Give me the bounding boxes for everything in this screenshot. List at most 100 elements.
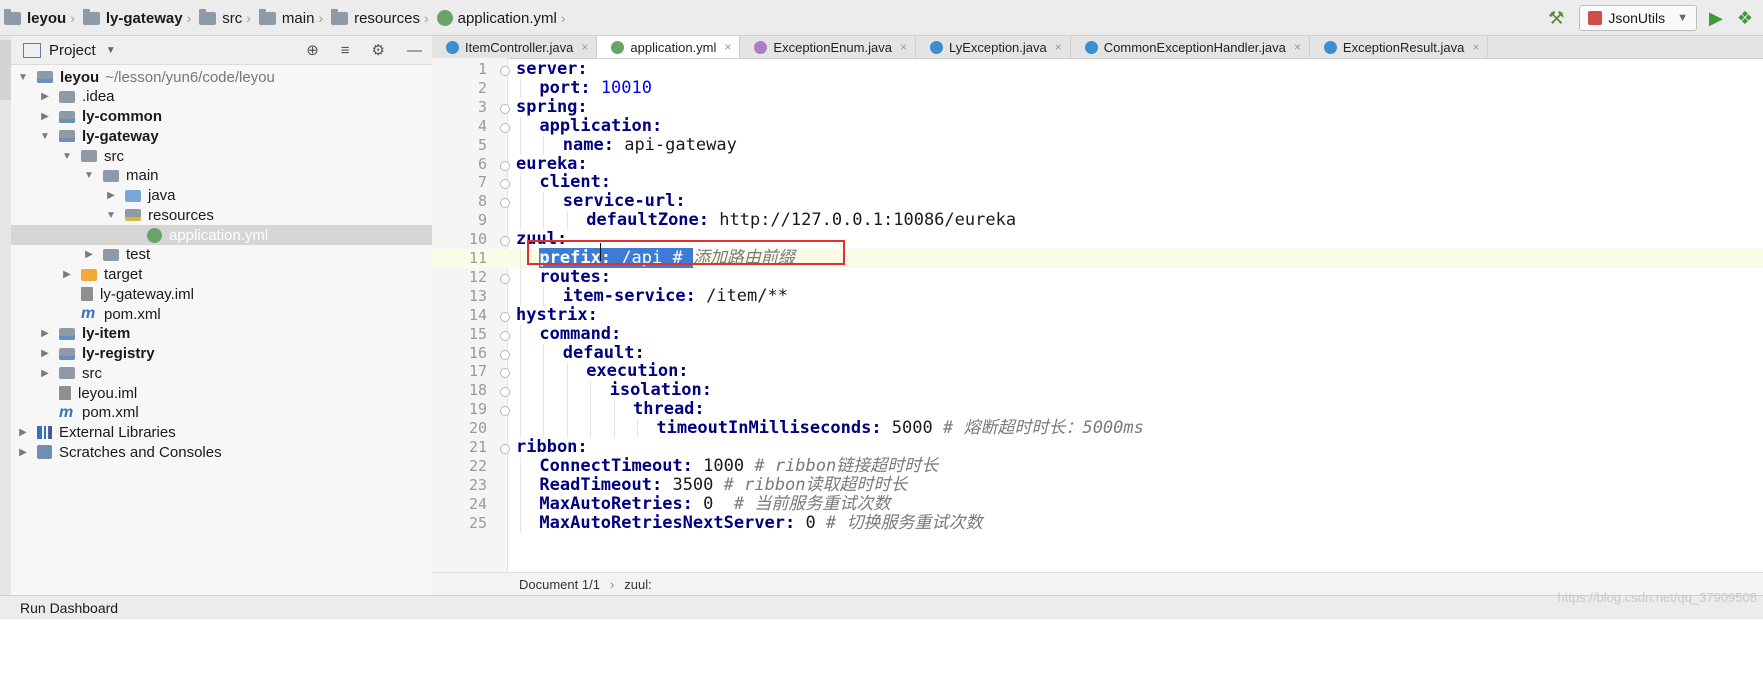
run-configuration-select[interactable]: JsonUtils ▼ [1579,5,1698,31]
close-icon[interactable]: × [1055,40,1062,54]
fold-marker-icon[interactable] [500,330,510,341]
editor-tab[interactable]: ExceptionEnum.java × [740,36,916,58]
code-line[interactable]: 5 name: api-gateway [432,135,1763,155]
close-icon[interactable]: × [900,40,907,54]
expand-right-icon[interactable]: ▶ [39,348,51,359]
code-line[interactable]: 2 port: 10010 [432,78,1763,98]
expand-down-icon[interactable]: ▼ [17,72,29,83]
editor-tab[interactable]: CommonExceptionHandler.java × [1071,36,1310,58]
close-icon[interactable]: × [1472,40,1479,54]
code-line[interactable]: 12 routes: [432,267,1763,287]
tree-item[interactable]: ▶ src [11,363,460,383]
run-dashboard-tab[interactable]: Run Dashboard [20,600,118,616]
fold-marker-icon[interactable] [500,311,510,322]
fold-marker-icon[interactable] [500,160,510,171]
fold-marker-icon[interactable] [500,179,510,190]
expand-right-icon[interactable]: ▶ [61,269,73,280]
fold-marker-icon[interactable] [500,122,510,133]
code-line[interactable]: 15 command: [432,324,1763,344]
minimize-icon[interactable]: — [407,42,422,59]
tree-item[interactable]: ▶ .idea [11,87,460,107]
tree-item[interactable]: ▶ target [11,265,482,285]
tree-item[interactable]: ▶ test [11,245,504,265]
code-line[interactable]: 17 execution: [432,362,1763,382]
build-hammer-icon[interactable]: ⚒ [1545,7,1567,29]
gear-icon[interactable]: ⚙ [372,41,385,59]
code-line[interactable]: 7 client: [432,173,1763,193]
tree-item[interactable]: ▶mpom.xml [11,304,482,324]
code-line[interactable]: 1 server: [432,60,1763,79]
expand-down-icon[interactable]: ▼ [39,131,51,142]
fold-marker-icon[interactable] [500,406,510,417]
code-line[interactable]: 3 spring: [432,97,1763,117]
editor-tab[interactable]: application.yml × [597,36,741,58]
breadcrumb-item[interactable]: application.yml [433,0,559,36]
code-line[interactable]: 22 ConnectTimeout: 1000 # ribbon链接超时时长 [432,456,1763,476]
breadcrumb-item[interactable]: resources [327,0,422,36]
expand-right-icon[interactable]: ▶ [105,190,117,201]
project-panel-title[interactable]: Project [49,42,96,59]
code-line[interactable]: 18 isolation: [432,381,1763,401]
editor-tab[interactable]: ItemController.java × [432,36,598,58]
close-icon[interactable]: × [1294,40,1301,54]
tree-item[interactable]: ▶ ly-registry [11,344,460,364]
project-tool-tab[interactable] [0,40,11,100]
fold-marker-icon[interactable] [500,349,510,360]
breadcrumb-item[interactable]: ly-gateway [79,0,185,36]
tree-item[interactable]: ▼ main [11,166,504,186]
fold-marker-icon[interactable] [500,387,510,398]
editor-tab[interactable]: LyException.java × [916,36,1071,58]
expand-right-icon[interactable]: ▶ [83,249,95,260]
breadcrumb-item[interactable]: src [195,0,244,36]
tree-item[interactable]: ▶ ly-common [11,107,460,127]
expand-right-icon[interactable]: ▶ [17,427,29,438]
expand-right-icon[interactable]: ▶ [39,368,51,379]
fold-marker-icon[interactable] [500,66,510,76]
tree-item[interactable]: ▶mpom.xml [11,403,460,423]
tree-item[interactable]: ▼ leyou ~/lesson/yun6/code/leyou [11,67,438,87]
code-line[interactable]: 19 thread: [432,400,1763,420]
fold-marker-icon[interactable] [500,103,510,114]
expand-down-icon[interactable]: ▼ [105,210,117,221]
expand-right-icon[interactable]: ▶ [39,328,51,339]
code-line[interactable]: 9 defaultZone: http://127.0.0.1:10086/eur… [432,211,1763,231]
run-play-icon[interactable]: ▶ [1709,8,1723,29]
code-line[interactable]: 23 ReadTimeout: 3500 # ribbon读取超时时长 [432,475,1763,495]
code-line[interactable]: 24 MaxAutoRetries: 0 # 当前服务重试次数 [432,494,1763,514]
code-line[interactable]: 13 item-service: /item/** [432,286,1763,306]
code-line[interactable]: 6 eureka: [432,154,1763,174]
code-line[interactable]: 4 application: [432,116,1763,136]
expand-down-icon[interactable]: ▼ [61,151,73,162]
fold-marker-icon[interactable] [500,368,510,379]
breadcrumb-item[interactable]: main [255,0,317,36]
fold-marker-icon[interactable] [500,236,510,247]
expand-right-icon[interactable]: ▶ [39,111,51,122]
locate-target-icon[interactable]: ⊕ [306,41,319,59]
fold-marker-icon[interactable] [500,198,510,209]
code-line[interactable]: 21 ribbon: [432,438,1763,457]
editor-tab[interactable]: ExceptionResult.java × [1310,36,1489,58]
tree-item[interactable]: ▶ Scratches and Consoles [11,442,438,462]
close-icon[interactable]: × [724,40,731,54]
code-line[interactable]: 16 default: [432,343,1763,363]
code-line[interactable]: 8 service-url: [432,192,1763,212]
tree-item[interactable]: ▶leyou.iml [11,383,460,403]
chevron-down-icon[interactable]: ▼ [106,45,116,56]
fold-marker-icon[interactable] [500,444,510,454]
expand-right-icon[interactable]: ▶ [17,447,29,458]
expand-right-icon[interactable]: ▶ [39,91,51,102]
tree-item[interactable]: ▶ External Libraries [11,423,438,443]
collapse-all-icon[interactable]: ≡ [341,42,350,59]
breadcrumb-item[interactable]: leyou [0,0,68,36]
yaml-path[interactable]: zuul: [624,577,651,592]
tree-item[interactable]: ▶ly-gateway.iml [11,284,482,304]
fold-marker-icon[interactable] [500,273,510,284]
expand-down-icon[interactable]: ▼ [83,170,95,181]
tree-item[interactable]: ▼ src [11,146,482,166]
tree-item[interactable]: ▼ ly-gateway [11,126,460,146]
code-line[interactable]: 14 hystrix: [432,305,1763,325]
tree-item[interactable]: ▶ ly-item [11,324,460,344]
close-icon[interactable]: × [581,40,588,54]
debug-bug-icon[interactable]: ❖ [1737,8,1753,29]
code-line[interactable]: 25 MaxAutoRetriesNextServer: 0 # 切换服务重试次数 [432,513,1763,533]
